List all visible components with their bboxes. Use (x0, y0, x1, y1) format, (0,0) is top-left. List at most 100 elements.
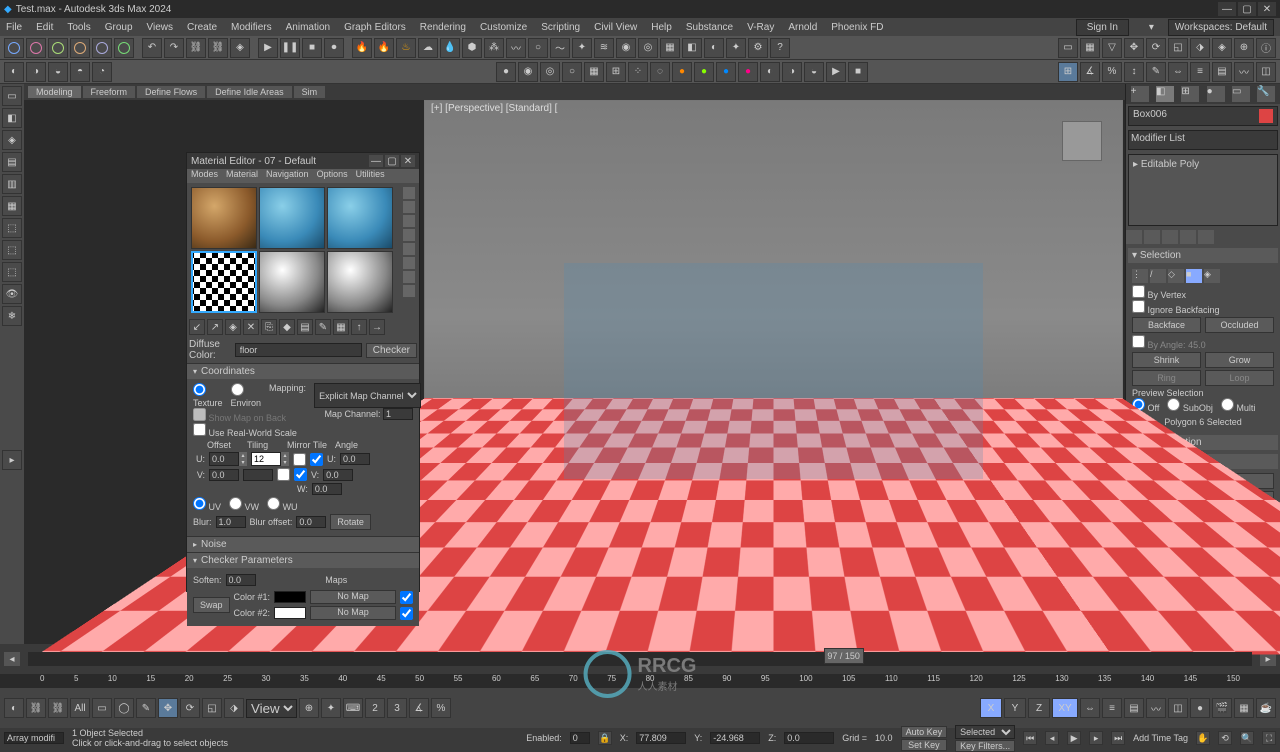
grow-button[interactable]: Grow (1205, 352, 1274, 368)
me-go-sibling-icon[interactable]: → (369, 319, 385, 335)
tb2-sphere1[interactable]: ● (672, 62, 692, 82)
backface-button[interactable]: Backface (1132, 317, 1201, 333)
viewcube-icon[interactable] (1062, 121, 1102, 161)
bt-lasso-icon[interactable]: ◯ (114, 698, 134, 718)
bt-manip-icon[interactable]: ✦ (321, 698, 341, 718)
me-get-material-icon[interactable]: ↙ (189, 319, 205, 335)
foam-icon[interactable]: ○ (528, 38, 548, 58)
me-side-8[interactable] (403, 285, 415, 297)
lt-layer2[interactable]: ▥ (2, 174, 22, 194)
mist-icon[interactable]: ≋ (594, 38, 614, 58)
sphere-icon[interactable] (4, 38, 24, 58)
me-maximize-icon[interactable]: ▢ (385, 155, 399, 167)
real-world-checkbox[interactable]: Use Real-World Scale (193, 428, 297, 438)
emitter-icon[interactable]: ◉ (616, 38, 636, 58)
lt-layer1[interactable]: ▤ (2, 152, 22, 172)
menu-create[interactable]: Create (187, 22, 217, 33)
bt-align-icon[interactable]: ≡ (1102, 698, 1122, 718)
me-menu-utilities[interactable]: Utilities (356, 169, 385, 183)
me-side-6[interactable] (403, 257, 415, 269)
next-frame-icon[interactable]: ▸ (1089, 731, 1103, 745)
menu-file[interactable]: File (6, 22, 22, 33)
torus-icon[interactable] (70, 38, 90, 58)
stack-remove-icon[interactable] (1180, 230, 1196, 244)
color1-swatch[interactable] (274, 591, 306, 603)
cylinder-icon[interactable] (48, 38, 68, 58)
by-vertex-check[interactable]: By Vertex (1132, 290, 1186, 300)
bt-percent-icon[interactable]: % (431, 698, 451, 718)
fire2-icon[interactable]: 🔥 (374, 38, 394, 58)
bt-move-icon[interactable]: ✥ (158, 698, 178, 718)
checker-params-header[interactable]: Checker Parameters (187, 553, 419, 568)
nav-pan-icon[interactable]: ✋ (1196, 731, 1210, 745)
tab-idle[interactable]: Define Idle Areas (207, 86, 292, 98)
ignore-backfacing-check[interactable]: Ignore Backfacing (1132, 305, 1220, 315)
angle-snap-icon[interactable]: ∡ (1080, 62, 1100, 82)
key-mode-select[interactable]: Selected (955, 725, 1015, 739)
preview-icon[interactable]: ✦ (726, 38, 746, 58)
key-filters-button[interactable]: Key Filters... (955, 740, 1015, 752)
v-tile-check[interactable] (294, 468, 307, 481)
pause-icon[interactable]: ❚❚ (280, 38, 300, 58)
soften-input[interactable] (226, 574, 256, 586)
play-icon[interactable]: ▶ (258, 38, 278, 58)
v-mirror-check[interactable] (277, 468, 290, 481)
tb2-1[interactable]: ◐ (4, 62, 24, 82)
material-slot-1[interactable] (191, 187, 257, 249)
nav-zoom-icon[interactable]: 🔍 (1240, 731, 1254, 745)
cone-icon[interactable] (92, 38, 112, 58)
bt-angle-icon[interactable]: ∡ (409, 698, 429, 718)
bt-render-icon[interactable]: ☕ (1256, 698, 1276, 718)
v-tiling-input[interactable] (243, 469, 273, 481)
lt-select[interactable]: ▭ (2, 86, 22, 106)
link-icon[interactable]: ⛓ (186, 38, 206, 58)
fire-icon[interactable]: 🔥 (352, 38, 372, 58)
place-icon[interactable]: ⬗ (1190, 38, 1210, 58)
pivot-icon[interactable]: ⊕ (1234, 38, 1254, 58)
bt-keyboard-icon[interactable]: ⌨ (343, 698, 363, 718)
u-mirror-check[interactable] (293, 453, 306, 466)
v-offset-input[interactable] (209, 469, 239, 481)
redo-icon[interactable]: ↷ (164, 38, 184, 58)
subobj-edge-icon[interactable]: / (1150, 269, 1166, 283)
lt-layer3[interactable]: ▦ (2, 196, 22, 216)
help-icon[interactable]: ? (770, 38, 790, 58)
material-slot-5[interactable] (259, 251, 325, 313)
lt-box[interactable]: ◧ (2, 108, 22, 128)
me-close-icon[interactable]: ✕ (401, 155, 415, 167)
me-show-map-icon[interactable]: ▦ (333, 319, 349, 335)
filter-icon[interactable]: ▽ (1102, 38, 1122, 58)
me-reset-icon[interactable]: ✕ (243, 319, 259, 335)
align-icon[interactable]: ≡ (1190, 62, 1210, 82)
tb2-sphere5[interactable]: ◐ (760, 62, 780, 82)
x-constraint-button[interactable]: X (980, 698, 1002, 718)
me-menu-material[interactable]: Material (226, 169, 258, 183)
menu-customize[interactable]: Customize (480, 22, 527, 33)
preview-multi-radio[interactable]: Multi (1221, 398, 1256, 413)
menu-modifiers[interactable]: Modifiers (231, 22, 272, 33)
enabled-input[interactable] (570, 732, 590, 744)
particle-icon[interactable]: ⁂ (484, 38, 504, 58)
select-all-icon[interactable]: ▦ (1080, 38, 1100, 58)
me-put-material-icon[interactable]: ↗ (207, 319, 223, 335)
tb2-play[interactable]: ▶ (826, 62, 846, 82)
occluded-button[interactable]: Occluded (1205, 317, 1274, 333)
curve-icon[interactable]: 〰 (1234, 62, 1254, 82)
loop-button[interactable]: Loop (1205, 370, 1274, 386)
tb2-sphere3[interactable]: ● (716, 62, 736, 82)
prev-frame-icon[interactable]: ◂ (1045, 731, 1059, 745)
tb2-2[interactable]: ◑ (26, 62, 46, 82)
bt-material-icon[interactable]: ● (1190, 698, 1210, 718)
xy-constraint-button[interactable]: XY (1052, 698, 1078, 718)
tb2-sphere7[interactable]: ◒ (804, 62, 824, 82)
bt-curve-icon[interactable]: 〰 (1146, 698, 1166, 718)
settings-icon[interactable]: ⚙ (748, 38, 768, 58)
lt-group2[interactable]: ⬚ (2, 240, 22, 260)
sign-in-button[interactable]: Sign In (1076, 19, 1129, 36)
me-side-7[interactable] (403, 271, 415, 283)
tb2-mat3[interactable]: ◎ (540, 62, 560, 82)
me-menu-navigation[interactable]: Navigation (266, 169, 309, 183)
stack-unique-icon[interactable] (1162, 230, 1178, 244)
subobj-vertex-icon[interactable]: ⋮ (1132, 269, 1148, 283)
cp-display-tab-icon[interactable]: ▭ (1232, 86, 1250, 102)
